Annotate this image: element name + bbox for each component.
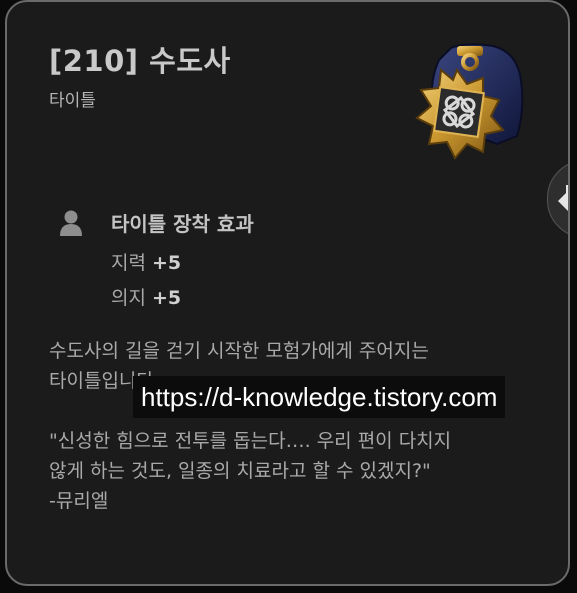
title-medal-emblem-icon bbox=[405, 40, 527, 172]
title-category: 타이틀 bbox=[49, 91, 96, 111]
stat-value: +5 bbox=[151, 252, 182, 274]
stat-row-will: 의지 +5 bbox=[111, 283, 181, 310]
title-name: [210] 수도사 bbox=[49, 44, 231, 78]
equip-effect-heading: 타이틀 장착 효과 bbox=[111, 212, 254, 236]
quote-line: "신성한 힘으로 전투를 돕는다…. 우리 편이 다치지 bbox=[49, 430, 452, 452]
watermark-url: https://d-knowledge.tistory.com bbox=[133, 376, 506, 418]
flavor-quote: "신성한 힘으로 전투를 돕는다…. 우리 편이 다치지 않게 하는 것도, 일… bbox=[49, 426, 549, 516]
side-toggle-tab[interactable] bbox=[547, 160, 568, 238]
stat-label: 의지 bbox=[111, 287, 146, 309]
description-line: 수도사의 길을 걷기 시작한 모험가에게 주어지는 bbox=[49, 340, 429, 362]
title-tooltip-card: [210] 수도사 타이틀 타이틀 장착 효과 지력 +5 의지 +5 수도사의… bbox=[5, 0, 570, 586]
person-icon bbox=[59, 209, 83, 237]
stat-value: +5 bbox=[151, 287, 182, 309]
stat-label: 지력 bbox=[111, 252, 146, 274]
quote-line: 않게 하는 것도, 일종의 치료라고 할 수 있겠지?" bbox=[49, 460, 431, 482]
quote-author: -뮤리엘 bbox=[49, 490, 109, 512]
stat-row-intelligence: 지력 +5 bbox=[111, 248, 181, 275]
arrow-left-icon bbox=[558, 185, 568, 211]
